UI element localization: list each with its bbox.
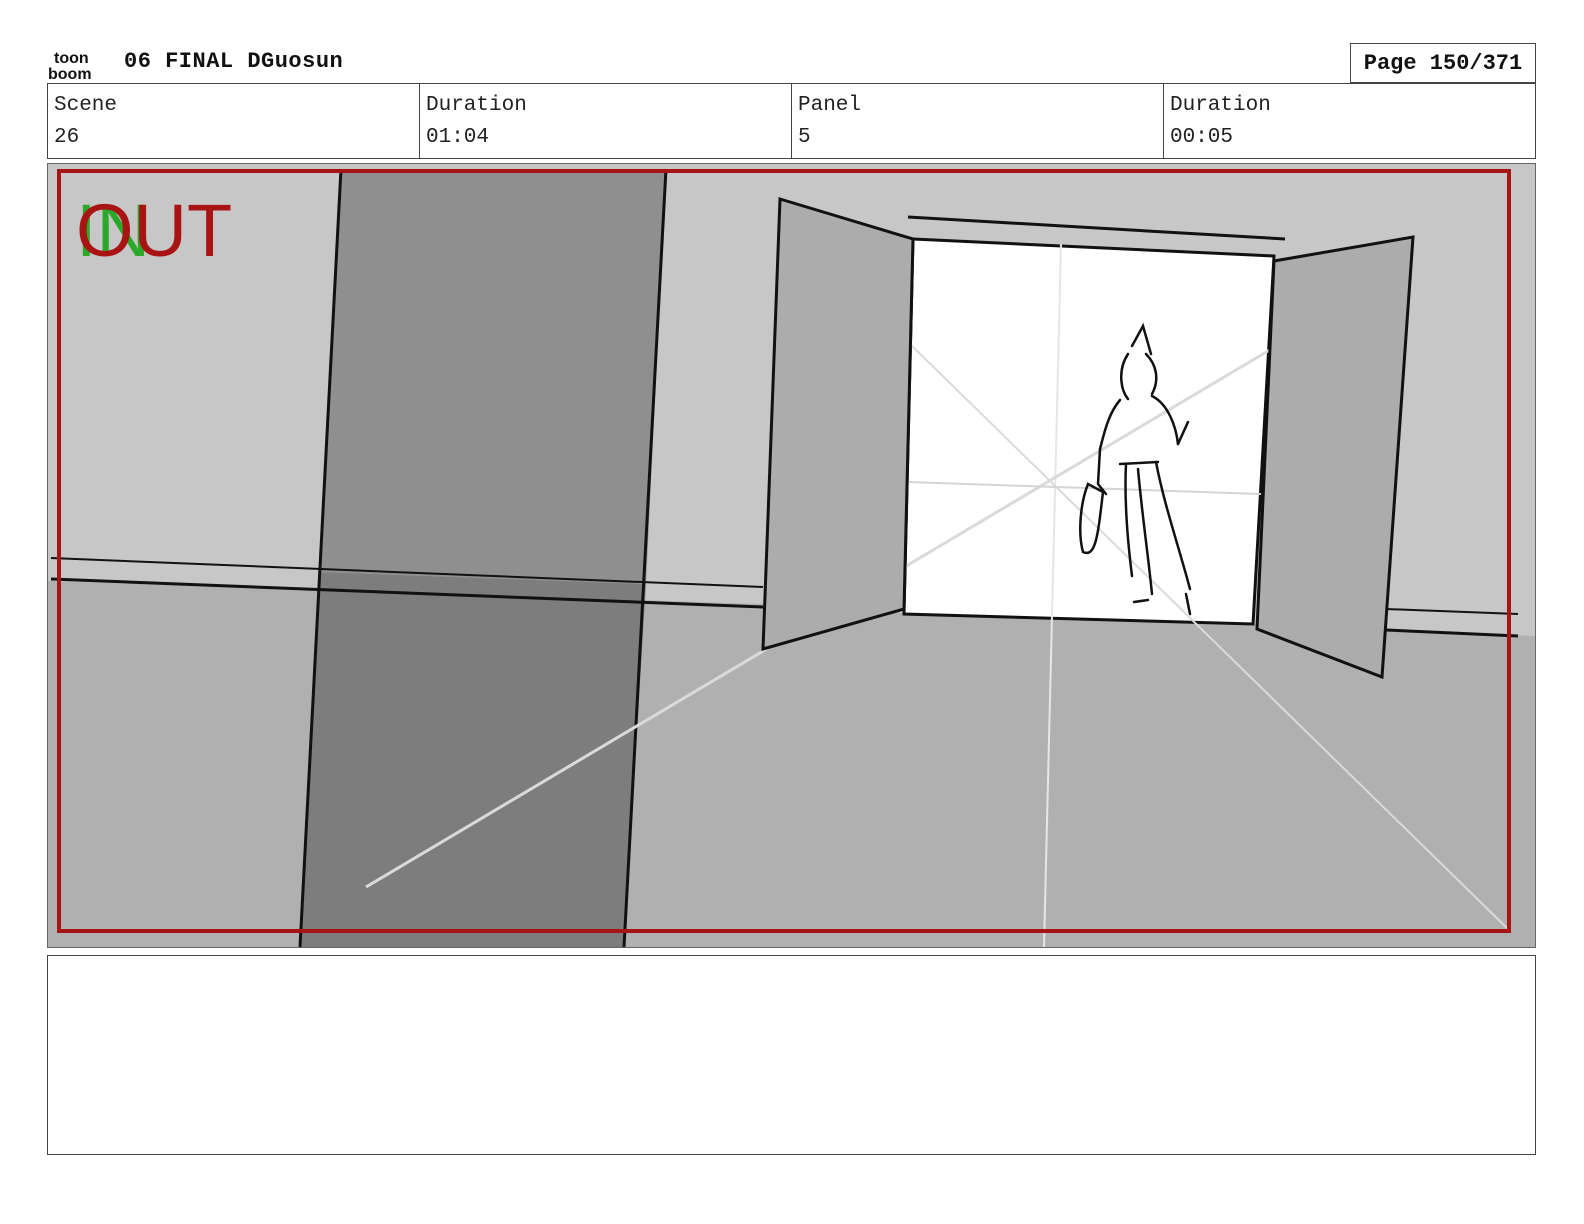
scene-label: Scene [54, 94, 118, 117]
scene-duration-label: Duration [426, 94, 527, 117]
in-out-label: IN OUT [76, 194, 276, 274]
pillar-lower [300, 572, 646, 947]
panel-duration-cell: Duration 00:05 [1163, 84, 1535, 158]
logo-top-text: toon [54, 50, 89, 67]
scene-value: 26 [54, 126, 80, 149]
scene-duration-cell: Duration 01:04 [419, 84, 791, 158]
scene-cell: Scene 26 [48, 84, 419, 158]
panel-duration-value: 00:05 [1170, 126, 1234, 149]
panel-cell: Panel 5 [791, 84, 1163, 158]
out-label: OUT [76, 189, 233, 272]
left-door-leaf [761, 197, 915, 652]
doorway-opening [902, 237, 1276, 626]
scene-info-table: Scene 26 Duration 01:04 Panel 5 Duration… [47, 83, 1536, 159]
toon-boom-logo: toon boom [48, 48, 106, 82]
logo-bottom-text: boom [48, 66, 92, 82]
scene-duration-value: 01:04 [426, 126, 490, 149]
toon-boom-logo-icon: toon boom [48, 50, 92, 82]
panel-label: Panel [798, 94, 862, 117]
storyboard-panel: IN OUT [47, 163, 1536, 948]
document-title: 06 FINAL DGuosun [124, 49, 344, 74]
panel-duration-label: Duration [1170, 94, 1271, 117]
panel-notes-box [47, 955, 1536, 1155]
pillar-upper [320, 169, 666, 584]
panel-value: 5 [798, 126, 811, 149]
page-number: Page 150/371 [1350, 43, 1536, 83]
storyboard-drawing [48, 164, 1535, 947]
